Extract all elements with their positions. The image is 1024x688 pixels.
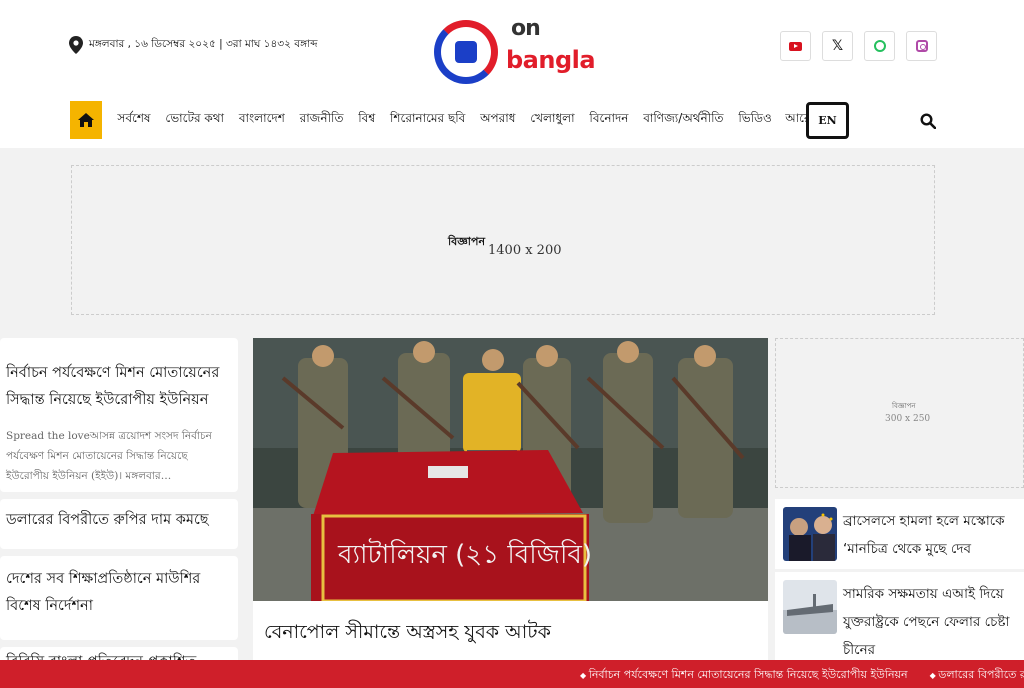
news-thumbnail[interactable] <box>783 580 837 634</box>
nav-item-video[interactable]: ভিডিও <box>731 110 779 130</box>
location-pin-icon <box>69 36 83 54</box>
ad-label: বিজ্ঞাপন <box>448 235 486 248</box>
nav-item-bangladesh[interactable]: বাংলাদেশ <box>231 110 292 130</box>
date-text: মঙ্গলবার , ১৬ ডিসেম্বর ২০২৫ | ৩রা মাঘ ১৪… <box>89 37 318 50</box>
news-title[interactable]: ব্রাসেলসে হামলা হলে মস্কোকে ‘মানচিত্র থে… <box>843 507 1024 563</box>
ticker-item[interactable]: নির্বাচন পর্যবেক্ষণে মিশন মোতায়েনের সিদ… <box>580 666 908 685</box>
main-story-image[interactable]: ব্যাটালিয়ন (২১ বিজিবি) <box>253 338 768 601</box>
ad-size: 1400 x 200 <box>488 243 562 258</box>
news-thumbnail[interactable] <box>783 507 837 561</box>
nav-item-sports[interactable]: খেলাধুলা <box>523 110 582 130</box>
ticker-track: নির্বাচন পর্যবেক্ষণে মিশন মোতায়েনের সিদ… <box>580 666 1024 685</box>
right-news-item[interactable]: সামরিক সক্ষমতায় এআই দিয়ে যুক্তরাষ্ট্রক… <box>775 572 1024 662</box>
ticker-item[interactable]: ডলারের বিপরীতে রুপির দাম কমছে <box>930 666 1024 685</box>
nav-item-crime[interactable]: অপরাধ <box>473 110 523 130</box>
ad-size: 300 x 250 <box>885 414 931 424</box>
search-icon[interactable] <box>920 113 936 129</box>
news-title[interactable]: নির্বাচন পর্যবেক্ষণে মিশন মোতায়েনের সিদ… <box>6 360 232 414</box>
main-story-title[interactable]: বেনাপোল সীমান্তে অস্ত্রসহ যুবক আটক <box>264 618 551 650</box>
logo-text-bangla: bangla <box>506 46 596 74</box>
language-toggle-button[interactable]: EN <box>806 102 849 139</box>
main-nav: সর্বশেষ ভোটের কথা বাংলাদেশ রাজনীতি বিশ্ব… <box>70 101 835 139</box>
nav-item-latest[interactable]: সর্বশেষ <box>110 110 158 130</box>
logo-mark <box>434 20 498 84</box>
nav-item-business[interactable]: বাণিজ্য/অর্থনীতি <box>636 110 731 130</box>
left-news-card[interactable]: ডলারের বিপরীতে রুপির দাম কমছে <box>0 499 238 549</box>
youtube-icon[interactable] <box>780 31 811 61</box>
nav-item-entertainment[interactable]: বিনোদন <box>582 110 636 130</box>
x-icon[interactable]: 𝕏 <box>822 31 853 61</box>
news-title[interactable]: সামরিক সক্ষমতায় এআই দিয়ে যুক্তরাষ্ট্রক… <box>843 580 1024 664</box>
right-news-item[interactable]: ব্রাসেলসে হামলা হলে মস্কোকে ‘মানচিত্র থে… <box>775 499 1024 569</box>
left-news-card[interactable]: নির্বাচন পর্যবেক্ষণে মিশন মোতায়েনের সিদ… <box>0 338 238 492</box>
breaking-news-ticker: নির্বাচন পর্যবেক্ষণে মিশন মোতায়েনের সিদ… <box>0 660 1024 688</box>
news-title[interactable]: দেশের সব শিক্ষাপ্রতিষ্ঠানে মাউশির বিশেষ … <box>6 566 232 620</box>
logo-text-on: on <box>511 16 541 41</box>
soldiers-photo: ব্যাটালিয়ন (২১ বিজিবি) <box>253 338 768 601</box>
site-header: মঙ্গলবার , ১৬ ডিসেম্বর ২০২৫ | ৩রা মাঘ ১৪… <box>0 0 1024 148</box>
home-button[interactable] <box>70 101 102 139</box>
date-line: মঙ্গলবার , ১৬ ডিসেম্বর ২০২৫ | ৩রা মাঘ ১৪… <box>69 36 318 54</box>
ad-label: বিজ্ঞাপন <box>892 402 916 410</box>
main-story-caption[interactable]: বেনাপোল সীমান্তে অস্ত্রসহ যুবক আটক <box>253 601 768 661</box>
left-news-card[interactable]: দেশের সব শিক্ষাপ্রতিষ্ঠানে মাউশির বিশেষ … <box>0 556 238 640</box>
nav-item-headline-photos[interactable]: শিরোনামের ছবি <box>383 110 473 130</box>
nav-item-world[interactable]: বিশ্ব <box>351 110 383 130</box>
news-title[interactable]: ডলারের বিপরীতে রুপির দাম কমছে <box>6 507 232 534</box>
banner-text: ব্যাটালিয়ন (২১ বিজিবি) <box>337 538 592 570</box>
top-ad-banner[interactable]: বিজ্ঞাপন 1400 x 200 <box>71 165 935 315</box>
home-icon <box>78 113 94 127</box>
instagram-icon[interactable] <box>906 31 937 61</box>
news-excerpt: Spread the loveআসন্ন ত্রয়োদশ সংসদ নির্ব… <box>6 430 212 482</box>
whatsapp-icon[interactable] <box>864 31 895 61</box>
site-logo[interactable]: on bangla <box>434 14 604 84</box>
nav-item-election[interactable]: ভোটের কথা <box>158 110 232 130</box>
side-ad-box[interactable]: বিজ্ঞাপন 300 x 250 <box>775 338 1024 488</box>
social-links: 𝕏 <box>780 31 937 61</box>
nav-item-politics[interactable]: রাজনীতি <box>292 110 351 130</box>
